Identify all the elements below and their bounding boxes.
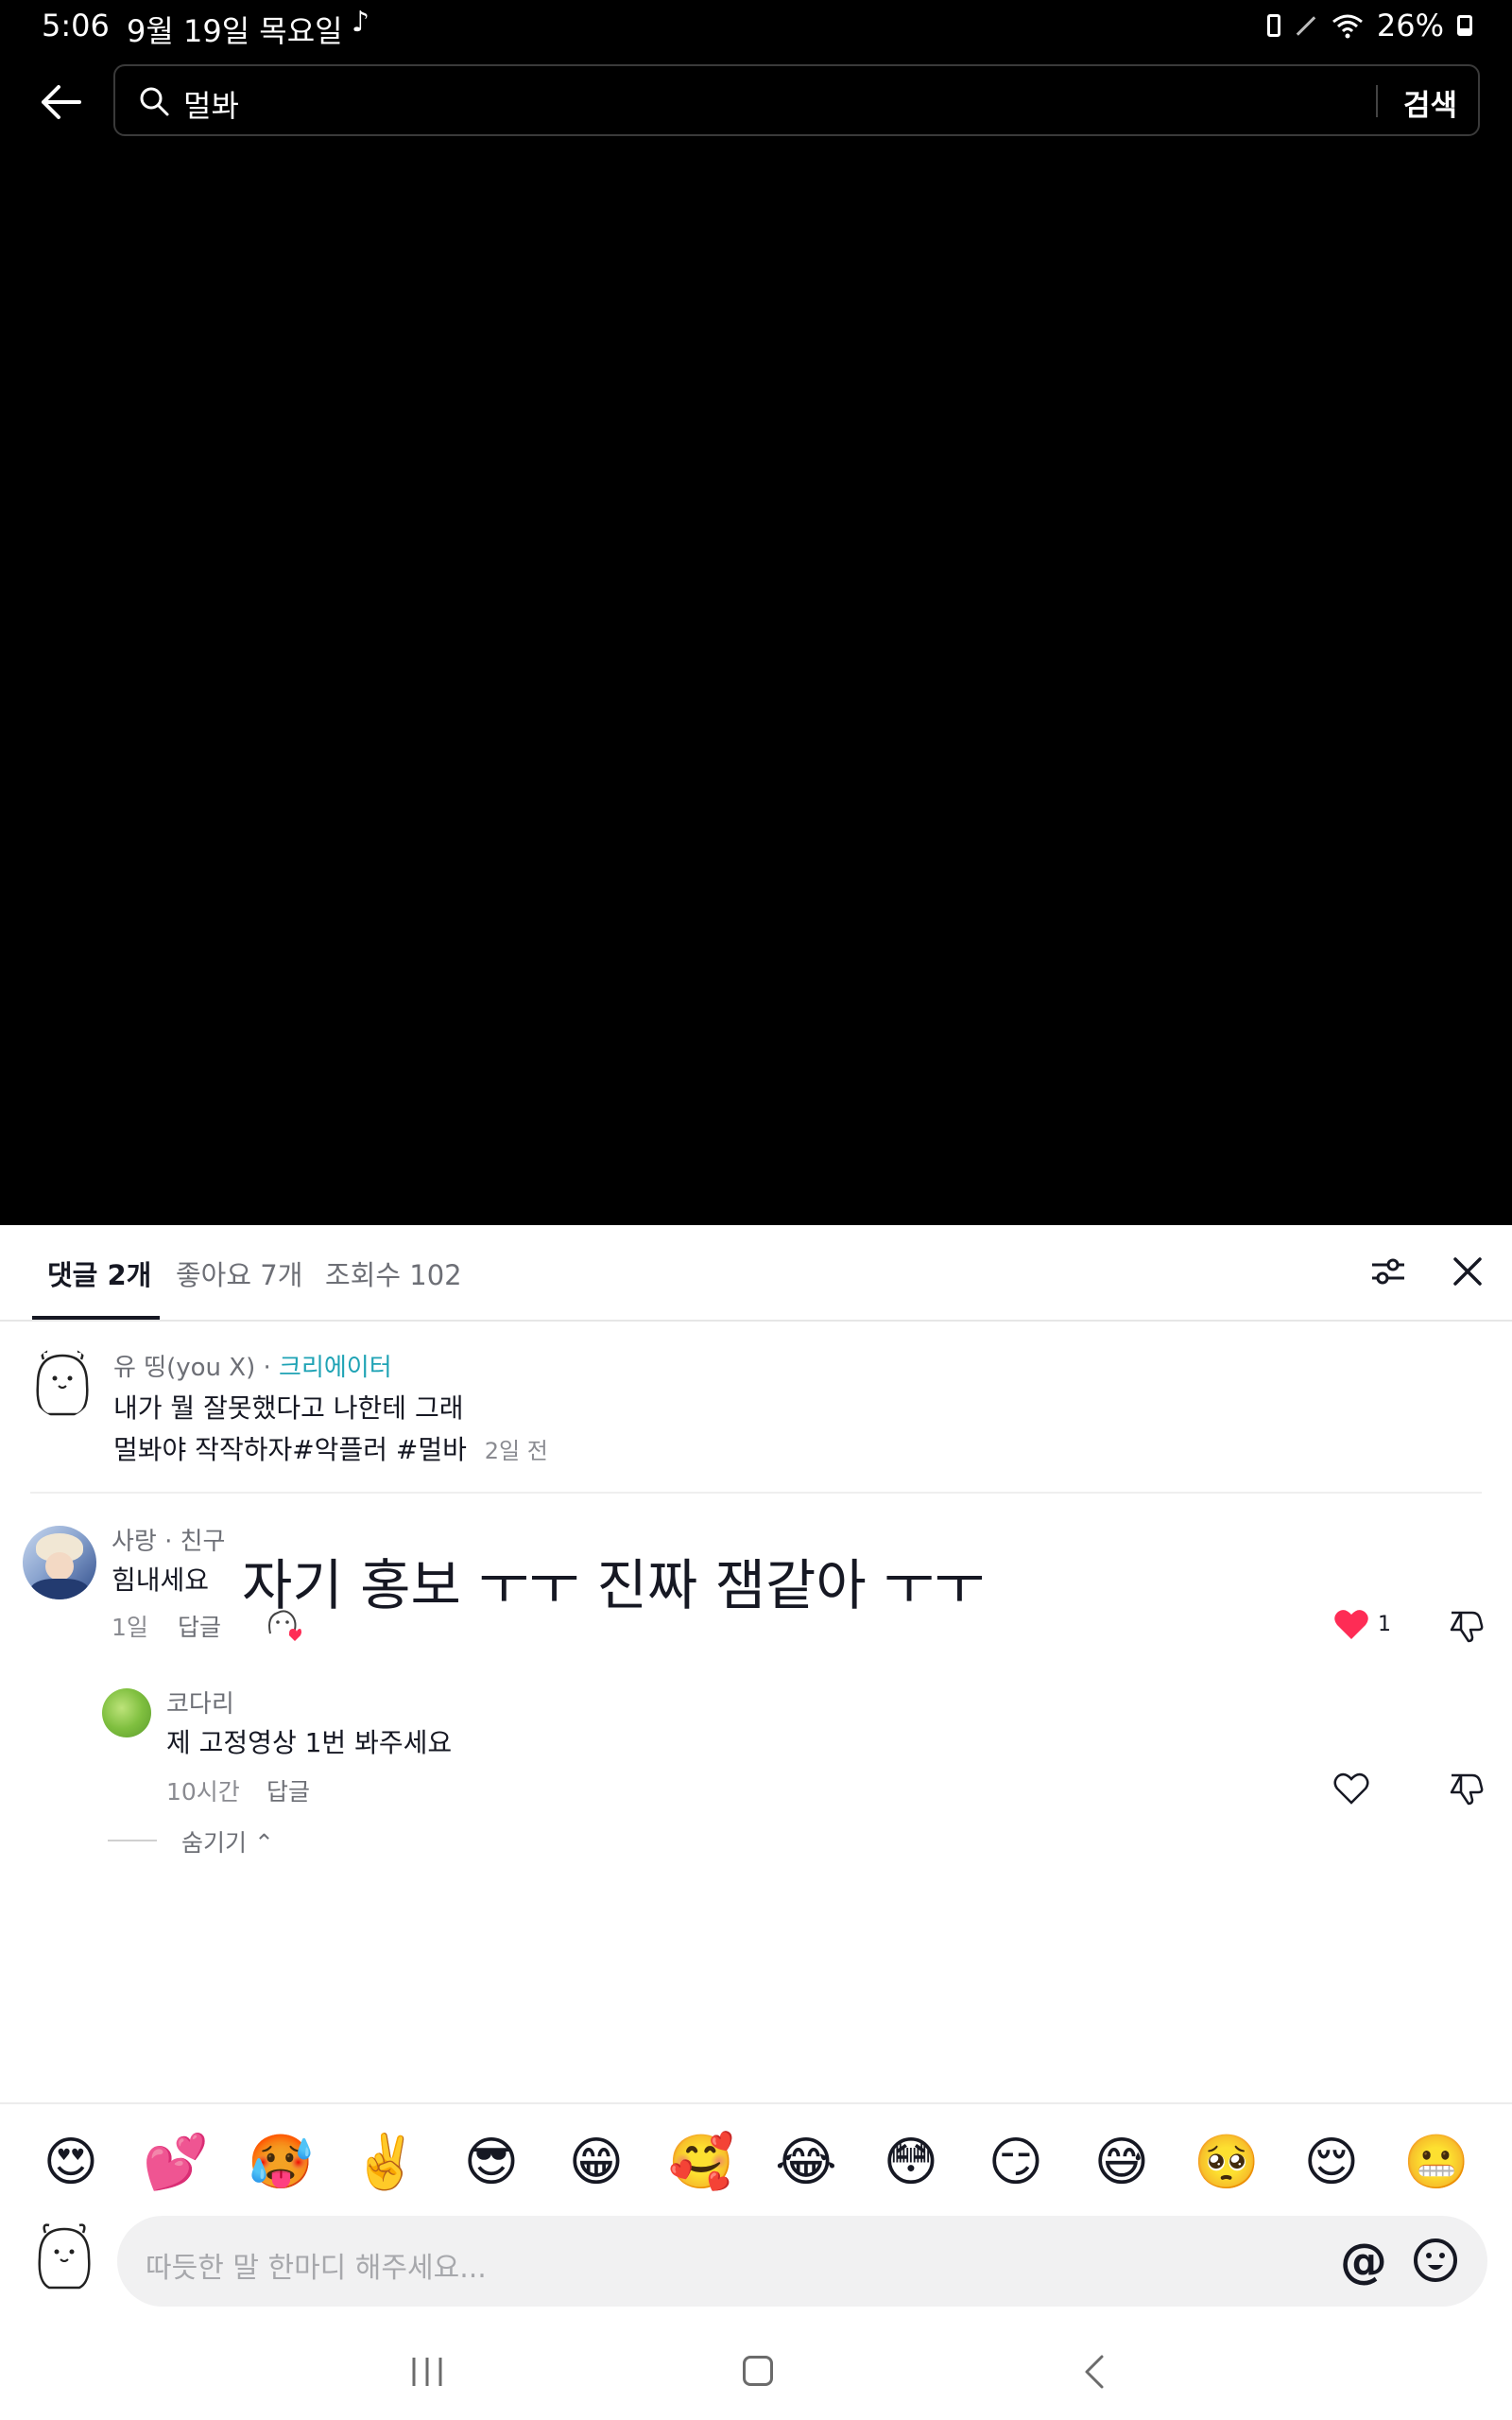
at-icon[interactable]: @ xyxy=(1340,2235,1387,2288)
emoji-button[interactable]: 💕 xyxy=(143,2133,209,2193)
emoji-button[interactable]: 🥺 xyxy=(1194,2133,1260,2193)
emoji-button[interactable]: 🥰 xyxy=(668,2133,734,2193)
caption-divider xyxy=(30,1492,1482,1494)
emoji-button[interactable]: 😳 xyxy=(878,2133,944,2193)
comment-input[interactable]: 따듯한 말 한마디 해주세요... @ xyxy=(117,2216,1487,2307)
avatar-body-shape xyxy=(30,1579,89,1599)
caption-line-1: 내가 뭘 잘못했다고 나한테 그래 xyxy=(113,1392,464,1424)
thumbs-down-icon[interactable] xyxy=(1448,1607,1486,1643)
smile-icon[interactable] xyxy=(1412,2237,1459,2284)
comment-input-placeholder[interactable]: 따듯한 말 한마디 해주세요... xyxy=(146,2244,487,2286)
system-nav-bar xyxy=(0,2318,1512,2420)
home-icon[interactable] xyxy=(743,2356,773,2386)
tab-views[interactable]: 조회수 102 xyxy=(325,1253,462,1293)
heart-icon[interactable] xyxy=(1332,1607,1370,1641)
emoji-button[interactable]: 😎 xyxy=(458,2133,524,2193)
creator-liked-icon xyxy=(268,1610,301,1641)
emoji-button[interactable]: 😁 xyxy=(563,2133,629,2193)
creator-caption: 유 띵(you X) · 크리에이터 내가 뭘 잘못했다고 나한테 그래 멀봐야… xyxy=(0,1323,1512,1494)
reply-button[interactable]: 답글 xyxy=(178,1609,221,1643)
caption-line-2: 멀봐야 작작하자#악플러 #멀바 2일 전 xyxy=(113,1429,548,1467)
wifi-icon xyxy=(1332,14,1363,39)
battery-saver-icon xyxy=(1266,14,1280,37)
caption-user-text[interactable]: 유 띵(you X) · xyxy=(113,1354,279,1382)
sliders-icon[interactable] xyxy=(1368,1252,1408,1291)
comment-tabs: 댓글 2개 좋아요 7개 조회수 102 xyxy=(0,1225,1512,1322)
comment-input-row: 따듯한 말 한마디 해주세요... @ xyxy=(0,2214,1512,2318)
status-right-icons: 26% xyxy=(1266,8,1472,43)
active-tab-indicator xyxy=(32,1316,160,1320)
status-time: 5:06 xyxy=(42,8,110,43)
hide-replies-label[interactable]: 숨기기 xyxy=(181,1829,247,1857)
emoji-button[interactable]: 😂 xyxy=(773,2133,839,2193)
reply-text: 제 고정영상 1번 봐주세요 xyxy=(166,1727,453,1758)
chevron-up-icon: ⌃ xyxy=(253,1829,274,1857)
search-icon xyxy=(140,87,169,116)
avatar-face-shape xyxy=(45,1552,74,1581)
comment-overlay-text: 자기 홍보 ㅜㅜ 진짜 잼같아 ㅜㅜ xyxy=(242,1553,985,1617)
comment-username[interactable]: 사랑 · 친구 xyxy=(112,1522,225,1557)
caption-time: 2일 전 xyxy=(484,1438,548,1464)
thumbs-down-icon[interactable] xyxy=(1448,1770,1486,1806)
search-divider xyxy=(1376,85,1378,117)
comment-item: 사랑 · 친구 힘내세요 자기 홍보 ㅜㅜ 진짜 잼같아 ㅜㅜ 1일 답글 1 xyxy=(0,1509,1512,1688)
reply-time: 10시간 xyxy=(166,1778,240,1806)
tab-comments[interactable]: 댓글 2개 xyxy=(47,1253,151,1293)
emoji-quick-bar: 😍 💕 🥵 ✌️ 😎 😁 🥰 😂 😳 😏 😅 🥺 😌 😬 xyxy=(0,2102,1512,2214)
recents-icon[interactable] xyxy=(410,2356,444,2388)
emoji-button[interactable]: 😬 xyxy=(1403,2133,1469,2193)
reply-reply-button[interactable]: 답글 xyxy=(266,1773,310,1807)
creator-badge: 크리에이터 xyxy=(279,1354,392,1382)
hide-replies-button[interactable]: 숨기기 ⌃ xyxy=(181,1824,274,1858)
heart-outline-icon[interactable] xyxy=(1332,1772,1370,1806)
tab-likes[interactable]: 좋아요 7개 xyxy=(176,1253,302,1293)
bear-avatar xyxy=(38,2223,91,2290)
video-area[interactable] xyxy=(0,142,1512,1225)
comment-text: 힘내세요 xyxy=(112,1564,210,1596)
emoji-button[interactable]: 😌 xyxy=(1298,2133,1365,2193)
close-icon[interactable] xyxy=(1448,1252,1487,1291)
arrow-left-icon[interactable] xyxy=(36,78,85,127)
user-avatar[interactable] xyxy=(23,1526,96,1599)
like-count: 1 xyxy=(1378,1613,1391,1636)
status-bar: 5:06 9월 19일 목요일 ♪ 26% xyxy=(0,0,1512,53)
search-bar[interactable]: 멀봐 검색 xyxy=(113,64,1480,136)
tiktok-notification-icon: ♪ xyxy=(352,6,370,39)
status-date: 9월 19일 목요일 xyxy=(127,13,343,49)
comment-time: 1일 xyxy=(112,1614,148,1641)
emoji-button[interactable]: 😏 xyxy=(983,2133,1049,2193)
stylus-icon xyxy=(1296,15,1316,36)
emoji-button[interactable]: 😅 xyxy=(1089,2133,1155,2193)
caption-username[interactable]: 유 띵(you X) · 크리에이터 xyxy=(113,1348,392,1383)
search-button[interactable]: 검색 xyxy=(1403,81,1457,124)
reply-item: 코다리 제 고정영상 1번 봐주세요 10시간 답글 xyxy=(0,1675,1512,1845)
hide-replies-line xyxy=(108,1840,157,1841)
caption-line-2-text: 멀봐야 작작하자#악플러 #멀바 xyxy=(113,1434,467,1465)
emoji-button[interactable]: 🥵 xyxy=(248,2133,314,2193)
battery-icon xyxy=(1457,15,1472,36)
emoji-button[interactable]: 😍 xyxy=(38,2133,104,2193)
search-input[interactable]: 멀봐 xyxy=(183,82,239,126)
nav-back-icon[interactable] xyxy=(1077,2354,1111,2390)
emoji-button[interactable]: ✌️ xyxy=(352,2133,419,2193)
reply-user-avatar[interactable] xyxy=(102,1688,151,1737)
battery-percent: 26% xyxy=(1376,8,1444,43)
reply-username[interactable]: 코다리 xyxy=(166,1685,234,1720)
bear-avatar[interactable] xyxy=(30,1346,94,1418)
